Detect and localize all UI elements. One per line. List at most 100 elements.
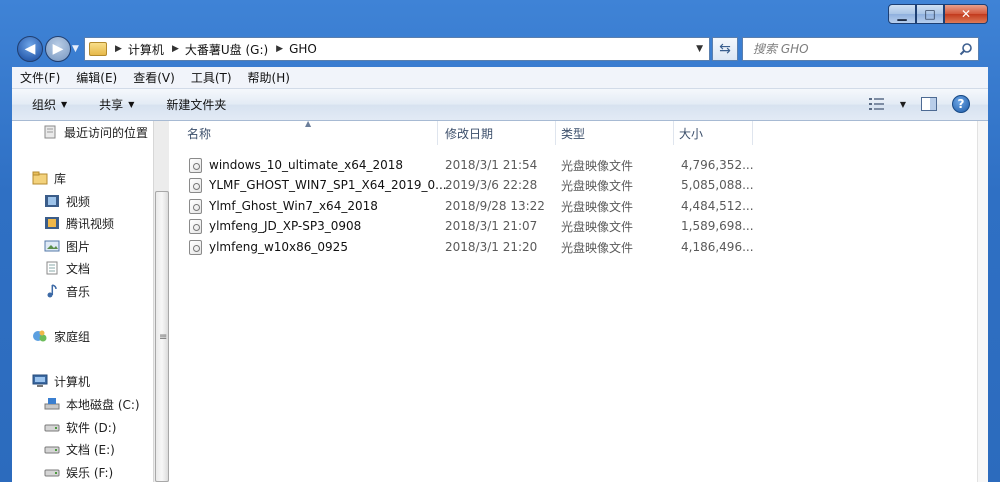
new-folder-button[interactable]: 新建文件夹 — [166, 96, 226, 113]
nav-pictures[interactable]: 图片 — [44, 236, 90, 256]
column-header-date[interactable]: 修改日期 — [445, 121, 493, 145]
chevron-down-icon[interactable]: ▼ — [696, 44, 703, 54]
pictures-icon — [44, 240, 60, 252]
column-divider[interactable] — [673, 121, 674, 145]
file-size: 4,186,496... — [681, 240, 754, 254]
file-size: 4,484,512... — [681, 199, 754, 213]
nav-drive-d[interactable]: 软件 (D:) — [44, 417, 116, 437]
column-divider[interactable] — [752, 121, 753, 145]
column-header-name[interactable]: 名称 — [187, 121, 211, 145]
caret-down-icon: ▼ — [61, 100, 68, 109]
search-icon[interactable] — [959, 42, 973, 56]
nav-tencent-video[interactable]: 腾讯视频 — [44, 213, 114, 233]
organize-label: 组织 — [32, 98, 57, 112]
nav-label: 文档 — [66, 261, 91, 276]
nav-label: 软件 (D:) — [66, 420, 117, 435]
view-dropdown-icon[interactable]: ▼ — [900, 100, 906, 109]
preview-pane-icon[interactable] — [920, 96, 938, 112]
file-type: 光盘映像文件 — [561, 199, 634, 214]
nav-documents[interactable]: 文档 — [44, 258, 90, 278]
arrow-right-icon: ▶ — [52, 41, 64, 57]
file-list-scrollbar[interactable] — [977, 121, 988, 482]
file-row[interactable]: ylmfeng_w10x86_0925 2018/3/1 21:20 光盘映像文… — [189, 237, 949, 257]
chevron-right-icon[interactable]: ▶ — [172, 44, 179, 54]
file-name: YLMF_GHOST_WIN7_SP1_X64_2019_0... — [209, 178, 447, 192]
caret-down-icon: ▼ — [128, 100, 135, 109]
file-row[interactable]: Ylmf_Ghost_Win7_x64_2018 2018/9/28 13:22… — [189, 196, 949, 216]
menu-help[interactable]: 帮助(H) — [248, 69, 290, 86]
menu-file[interactable]: 文件(F) — [20, 69, 60, 86]
nav-label: 音乐 — [66, 284, 91, 299]
nav-label: 娱乐 (F:) — [66, 465, 114, 480]
menu-view[interactable]: 查看(V) — [133, 69, 175, 86]
file-type: 光盘映像文件 — [561, 178, 634, 193]
tencent-video-icon — [45, 217, 59, 229]
column-divider[interactable] — [437, 121, 438, 145]
nav-videos[interactable]: 视频 — [44, 191, 90, 211]
breadcrumb-folder[interactable]: GHO — [289, 42, 317, 56]
column-header-size[interactable]: 大小 — [679, 121, 703, 145]
file-row[interactable]: YLMF_GHOST_WIN7_SP1_X64_2019_0... 2019/3… — [189, 175, 949, 195]
file-size: 5,085,088... — [681, 178, 754, 192]
documents-icon — [46, 261, 58, 275]
minimize-button[interactable]: ▁ — [888, 4, 916, 24]
refresh-button[interactable]: ⇆ — [712, 37, 738, 61]
nav-libraries[interactable]: 库 — [32, 168, 66, 188]
file-name: Ylmf_Ghost_Win7_x64_2018 — [209, 199, 378, 213]
help-icon[interactable]: ? — [952, 95, 970, 113]
file-name: ylmfeng_JD_XP-SP3_0908 — [209, 219, 362, 233]
share-button[interactable]: 共享 ▼ — [99, 96, 134, 113]
nav-label: 最近访问的位置 — [64, 125, 149, 140]
view-options-icon[interactable] — [868, 96, 886, 112]
forward-button[interactable]: ▶ — [45, 36, 71, 62]
command-bar-right: ▼ ? — [868, 95, 970, 113]
file-row[interactable]: ylmfeng_JD_XP-SP3_0908 2018/3/1 21:07 光盘… — [189, 216, 949, 236]
back-button[interactable]: ◀ — [17, 36, 43, 62]
nav-drive-f[interactable]: 娱乐 (F:) — [44, 462, 113, 482]
file-date: 2018/3/1 21:07 — [445, 219, 538, 233]
library-icon — [32, 171, 48, 185]
file-date: 2018/9/28 13:22 — [445, 199, 545, 213]
close-button[interactable]: ✕ — [944, 4, 988, 24]
disc-image-icon — [189, 198, 202, 214]
file-list: ▲ 名称 修改日期 类型 大小 windows_10_ultimate_x64_… — [169, 119, 977, 482]
chevron-right-icon[interactable]: ▶ — [276, 44, 283, 54]
file-date: 2018/3/1 21:54 — [445, 158, 538, 172]
nav-music[interactable]: 音乐 — [44, 281, 90, 301]
menu-edit[interactable]: 编辑(E) — [76, 69, 117, 86]
window-caption-buttons: ▁ □ ✕ — [888, 4, 988, 26]
nav-computer[interactable]: 计算机 — [32, 371, 90, 391]
nav-label: 腾讯视频 — [66, 216, 115, 231]
menu-tools[interactable]: 工具(T) — [191, 69, 232, 86]
nav-homegroup[interactable]: 家庭组 — [32, 326, 90, 346]
navigation-pane: 最近访问的位置 库 视频 腾讯视频 图片 文档 音乐 家庭组 计算机 本地磁盘 … — [12, 121, 153, 482]
scrollbar-thumb[interactable]: ≡ — [155, 191, 169, 482]
search-box[interactable] — [742, 37, 979, 61]
address-bar[interactable]: ▶ 计算机 ▶ 大番薯U盘 (G:) ▶ GHO ▼ — [84, 37, 710, 61]
column-divider[interactable] — [555, 121, 556, 145]
chevron-right-icon[interactable]: ▶ — [115, 44, 122, 54]
search-input[interactable] — [753, 42, 953, 56]
nav-drive-c[interactable]: 本地磁盘 (C:) — [44, 394, 140, 414]
breadcrumb-drive[interactable]: 大番薯U盘 (G:) — [185, 41, 268, 58]
file-date: 2018/3/1 21:20 — [445, 240, 538, 254]
organize-button[interactable]: 组织 ▼ — [32, 96, 67, 113]
command-bar: 组织 ▼ 共享 ▼ 新建文件夹 ▼ ? — [12, 89, 988, 121]
column-header-type[interactable]: 类型 — [561, 121, 585, 145]
file-row[interactable]: windows_10_ultimate_x64_2018 2018/3/1 21… — [189, 155, 949, 175]
nav-drive-e[interactable]: 文档 (E:) — [44, 439, 115, 459]
nav-label: 计算机 — [54, 374, 91, 389]
file-size: 1,589,698... — [681, 219, 754, 233]
arrow-left-icon: ◀ — [24, 41, 36, 57]
navigation-scrollbar[interactable]: ≡ — [153, 121, 169, 482]
video-icon — [45, 195, 59, 207]
folder-icon — [89, 42, 107, 56]
maximize-button[interactable]: □ — [916, 4, 944, 24]
disc-image-icon — [189, 239, 202, 255]
recent-pages-dropdown[interactable]: ▼ — [72, 44, 79, 54]
nav-recent-places[interactable]: 最近访问的位置 — [42, 122, 148, 142]
share-label: 共享 — [99, 98, 124, 112]
breadcrumb-computer[interactable]: 计算机 — [128, 41, 164, 58]
disc-image-icon — [189, 157, 202, 173]
file-size: 4,796,352... — [681, 158, 754, 172]
